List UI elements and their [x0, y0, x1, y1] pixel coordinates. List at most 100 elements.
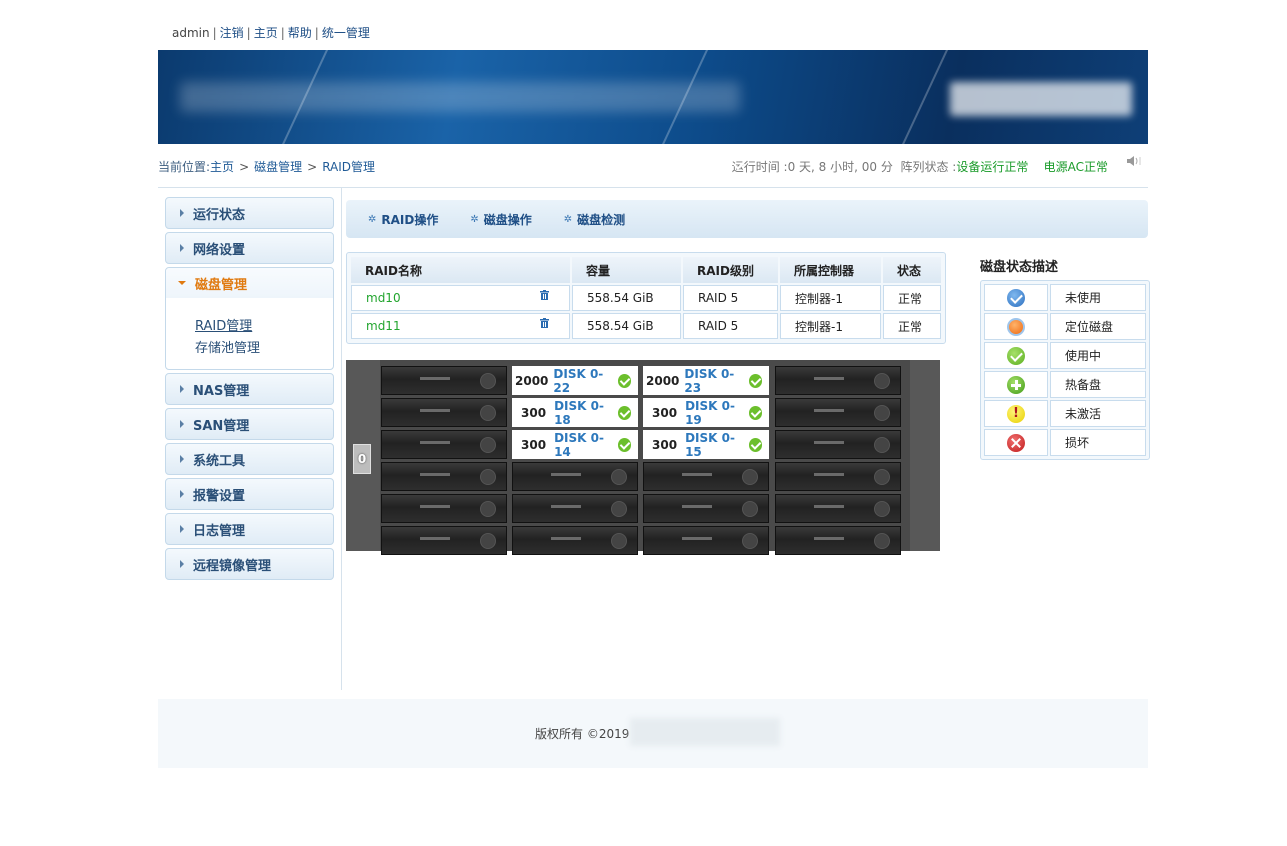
in-use-icon — [748, 437, 762, 452]
divider-horizontal — [158, 187, 1148, 188]
disk-size: 300 — [521, 437, 547, 452]
table-header-row: RAID名称 容量 RAID级别 所属控制器 状态 — [351, 257, 941, 283]
legend-row: 热备盘 — [984, 371, 1146, 398]
empty-disk-slot[interactable] — [381, 462, 507, 491]
enclosure-id-badge: 0 — [353, 444, 371, 474]
status-cell: 正常 — [883, 285, 941, 311]
legend-label: 未激活 — [1050, 400, 1146, 427]
help-link[interactable]: 帮助 — [288, 26, 312, 40]
disk-name[interactable]: DISK 0-18 — [554, 399, 618, 427]
empty-disk-slot[interactable] — [381, 430, 507, 459]
breadcrumb-raid-management[interactable]: RAID管理 — [322, 160, 375, 174]
empty-disk-slot[interactable] — [775, 462, 901, 491]
raid-name[interactable]: md10 — [366, 291, 401, 305]
caret-right-icon — [180, 385, 184, 393]
sidebar-item-san[interactable]: SAN管理 — [165, 408, 334, 440]
disk-status-legend-title: 磁盘状态描述 — [980, 260, 1059, 275]
caret-right-icon — [180, 420, 184, 428]
capacity-cell: 558.54 GiB — [572, 285, 681, 311]
empty-disk-slot[interactable] — [512, 462, 638, 491]
disk-name[interactable]: DISK 0-23 — [684, 367, 748, 395]
disk-status-legend: 未使用 定位磁盘 使用中 热备盘 ! 未激活 损坏 — [980, 280, 1150, 460]
blurred-product-title — [180, 82, 740, 112]
table-row: md10 558.54 GiB RAID 5 控制器-1 正常 — [351, 285, 941, 311]
tab-label: RAID操作 — [381, 212, 439, 227]
legend-row: 定位磁盘 — [984, 313, 1146, 340]
raid-name[interactable]: md11 — [366, 319, 401, 333]
system-status: 运行时间 :0 天, 8 小时, 00 分 阵列状态 :设备运行正常 电源AC正… — [732, 158, 1108, 175]
sidebar-item-running-status[interactable]: 运行状态 — [165, 197, 334, 229]
sidebar-item-label: 远程镜像管理 — [193, 558, 272, 574]
tab-disk-check[interactable]: ✲ 磁盘检测 — [564, 211, 625, 228]
disk-size: 2000 — [646, 373, 680, 388]
disk-name[interactable]: DISK 0-22 — [553, 367, 617, 395]
raid-name-cell[interactable]: md11 — [351, 313, 570, 339]
sidebar-subitem-raid-management[interactable]: RAID管理 — [195, 315, 252, 334]
array-status-label: 阵列状态 : — [900, 160, 957, 174]
empty-disk-slot[interactable] — [381, 366, 507, 395]
caret-right-icon — [180, 244, 184, 252]
empty-disk-slot[interactable] — [512, 526, 638, 555]
sidebar-item-label: NAS管理 — [193, 383, 250, 399]
empty-disk-slot[interactable] — [381, 398, 507, 427]
empty-disk-slot[interactable] — [775, 526, 901, 555]
logout-link[interactable]: 注销 — [220, 26, 244, 40]
legend-label: 定位磁盘 — [1050, 313, 1146, 340]
disk-slot[interactable]: 2000 DISK 0-22 — [512, 366, 638, 395]
disk-name[interactable]: DISK 0-14 — [554, 431, 618, 459]
sidebar-item-label: 报警设置 — [193, 488, 246, 504]
disk-slot[interactable]: 300 DISK 0-19 — [643, 398, 769, 427]
sidebar-item-remote-mirror[interactable]: 远程镜像管理 — [165, 548, 334, 580]
raid-name-cell[interactable]: md10 — [351, 285, 570, 311]
breadcrumb-home[interactable]: 主页 — [210, 160, 234, 174]
tab-disk-operations[interactable]: ✲ 磁盘操作 — [470, 211, 531, 228]
hot-spare-icon — [1007, 375, 1025, 394]
empty-disk-slot[interactable] — [775, 366, 901, 395]
empty-disk-slot[interactable] — [775, 398, 901, 427]
in-use-icon — [617, 405, 631, 420]
enclosure-right-ear — [910, 360, 940, 551]
empty-disk-slot[interactable] — [775, 494, 901, 523]
sidebar-item-log-management[interactable]: 日志管理 — [165, 513, 334, 545]
disk-slot[interactable]: 300 DISK 0-15 — [643, 430, 769, 459]
sidebar-item-nas[interactable]: NAS管理 — [165, 373, 334, 405]
empty-disk-slot[interactable] — [643, 494, 769, 523]
trash-icon[interactable] — [540, 318, 549, 328]
sidebar-item-network-settings[interactable]: 网络设置 — [165, 232, 334, 264]
breadcrumb-prefix: 当前位置: — [158, 160, 211, 174]
caret-right-icon — [180, 455, 184, 463]
breadcrumb: 当前位置:主页 > 磁盘管理 > RAID管理 — [158, 160, 376, 174]
disk-name[interactable]: DISK 0-15 — [685, 431, 749, 459]
tab-raid-operations[interactable]: ✲ RAID操作 — [368, 211, 438, 228]
empty-disk-slot[interactable] — [512, 494, 638, 523]
controller-cell: 控制器-1 — [780, 285, 881, 311]
gear-icon: ✲ — [470, 213, 479, 225]
in-use-icon — [617, 437, 631, 452]
sidebar-item-label: 网络设置 — [193, 242, 246, 258]
disk-name[interactable]: DISK 0-19 — [685, 399, 749, 427]
empty-disk-slot[interactable] — [381, 526, 507, 555]
empty-disk-slot[interactable] — [643, 462, 769, 491]
empty-disk-slot[interactable] — [381, 494, 507, 523]
broken-icon — [1007, 433, 1025, 452]
sidebar-item-label: 磁盘管理 — [195, 277, 248, 293]
empty-disk-slot[interactable] — [775, 430, 901, 459]
operation-tabs: ✲ RAID操作 ✲ 磁盘操作 ✲ 磁盘检测 — [346, 200, 1148, 238]
unified-management-link[interactable]: 统一管理 — [322, 26, 370, 40]
disk-slot[interactable]: 300 DISK 0-14 — [512, 430, 638, 459]
breadcrumb-disk-management[interactable]: 磁盘管理 — [254, 160, 302, 174]
disk-slot[interactable]: 2000 DISK 0-23 — [643, 366, 769, 395]
sidebar-item-alarm-settings[interactable]: 报警设置 — [165, 478, 334, 510]
footer: 版权所有 ©2019 — [158, 699, 1148, 768]
speaker-icon[interactable] — [1126, 154, 1142, 168]
raid-level-cell: RAID 5 — [683, 285, 778, 311]
home-link[interactable]: 主页 — [254, 26, 278, 40]
empty-disk-slot[interactable] — [643, 526, 769, 555]
sidebar-subitem-storage-pool[interactable]: 存储池管理 — [195, 337, 260, 356]
column-header-raid-level: RAID级别 — [683, 257, 778, 283]
sidebar-item-system-tools[interactable]: 系统工具 — [165, 443, 334, 475]
sidebar-item-label: 日志管理 — [193, 523, 246, 539]
sidebar-item-disk-management-header[interactable]: 磁盘管理 — [166, 268, 333, 298]
disk-slot[interactable]: 300 DISK 0-18 — [512, 398, 638, 427]
trash-icon[interactable] — [540, 290, 549, 300]
